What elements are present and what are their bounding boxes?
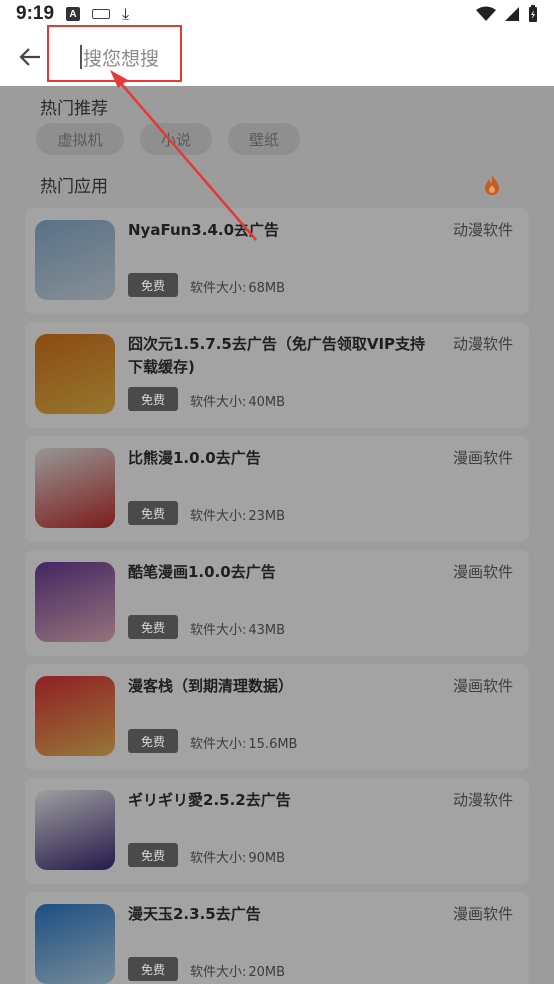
- app-category: 动漫软件: [452, 221, 513, 239]
- app-icon: [35, 448, 115, 528]
- app-size: 软件大小: 20MB: [190, 961, 285, 980]
- size-label: 软件大小:: [190, 851, 247, 866]
- app-size: 软件大小: 15.6MB: [190, 733, 297, 752]
- app-category: 动漫软件: [452, 791, 513, 809]
- size-label: 软件大小:: [190, 965, 247, 980]
- app-card[interactable]: 比熊漫1.0.0去广告 漫画软件免费 软件大小: 23MB: [25, 436, 529, 542]
- size-value: 90MB: [248, 851, 286, 866]
- app-size: 软件大小: 43MB: [190, 619, 285, 638]
- search-header: 搜您想搜: [0, 28, 554, 86]
- app-category: 漫画软件: [452, 563, 513, 581]
- app-size: 软件大小: 40MB: [190, 391, 285, 410]
- back-arrow-icon: [19, 48, 40, 66]
- fire-icon: [485, 175, 499, 195]
- free-badge: 免费: [128, 615, 178, 639]
- status-time: 9:19: [16, 3, 55, 24]
- app-icon: [35, 334, 115, 414]
- hot-apps-title: 热门应用: [40, 177, 108, 197]
- chip-vm[interactable]: 虚拟机: [36, 123, 124, 155]
- search-placeholder: 搜您想搜: [83, 47, 160, 70]
- app-card[interactable]: 漫天玉2.3.5去广告 漫画软件免费 软件大小: 20MB: [25, 892, 529, 984]
- a-notification-icon: A: [66, 7, 81, 21]
- size-label: 软件大小:: [190, 737, 247, 752]
- app-icon: [35, 676, 115, 756]
- app-name: ギリギリ愛2.5.2去广告: [128, 791, 291, 809]
- app-size: 软件大小: 23MB: [190, 505, 285, 524]
- hot-recommend-title: 热门推荐: [40, 99, 108, 119]
- app-size: 软件大小: 90MB: [190, 847, 285, 866]
- app-category: 漫画软件: [452, 449, 513, 467]
- wifi-icon: [476, 6, 496, 21]
- back-button[interactable]: [0, 28, 60, 86]
- size-label: 软件大小:: [190, 509, 247, 524]
- search-input[interactable]: 搜您想搜: [80, 40, 380, 74]
- status-bar: 9:19 A ⤓: [0, 0, 554, 28]
- app-category: 漫画软件: [452, 905, 513, 923]
- app-card[interactable]: ギリギリ愛2.5.2去广告 动漫软件免费 软件大小: 90MB: [25, 778, 529, 884]
- keyboard-icon: [92, 9, 111, 19]
- signal-icon: [505, 7, 519, 21]
- size-value: 40MB: [248, 395, 286, 410]
- app-size: 软件大小: 68MB: [190, 277, 285, 296]
- size-label: 软件大小:: [190, 623, 247, 638]
- size-label: 软件大小:: [190, 281, 247, 296]
- chip-novel[interactable]: 小说: [140, 123, 212, 155]
- app-card[interactable]: 酷笔漫画1.0.0去广告 漫画软件免费 软件大小: 43MB: [25, 550, 529, 656]
- app-icon: [35, 562, 115, 642]
- text-cursor: [80, 45, 82, 69]
- size-value: 43MB: [248, 623, 286, 638]
- free-badge: 免费: [128, 957, 178, 981]
- free-badge: 免费: [128, 387, 178, 411]
- size-value: 20MB: [248, 965, 286, 980]
- free-badge: 免费: [128, 843, 178, 867]
- battery-icon: [529, 5, 537, 22]
- app-name: 比熊漫1.0.0去广告: [128, 449, 261, 467]
- app-name: 漫客栈（到期清理数据）: [128, 677, 294, 695]
- app-name: 酷笔漫画1.0.0去广告: [128, 563, 276, 581]
- app-card[interactable]: 漫客栈（到期清理数据） 漫画软件免费 软件大小: 15.6MB: [25, 664, 529, 770]
- chip-wallpaper[interactable]: 壁纸: [228, 123, 300, 155]
- app-icon: [35, 790, 115, 870]
- free-badge: 免费: [128, 729, 178, 753]
- app-name: NyaFun3.4.0去广告: [128, 221, 280, 239]
- page-content: 热门推荐 虚拟机 小说 壁纸 热门应用 NyaFun3.4.0去广告 动漫软件 免费…: [0, 86, 554, 984]
- size-label: 软件大小:: [190, 395, 247, 410]
- download-icon: ⤓: [122, 4, 130, 23]
- app-icon: [35, 904, 115, 984]
- size-value: 68MB: [248, 281, 286, 296]
- app-category: 动漫软件: [452, 335, 513, 353]
- app-card[interactable]: NyaFun3.4.0去广告 动漫软件免费 软件大小: 68MB: [25, 208, 529, 314]
- app-name: 囧次元1.5.7.5去广告（免广告领取VIP支持下载缓存): [128, 335, 426, 376]
- free-badge: 免费: [128, 273, 178, 297]
- app-icon: [35, 220, 115, 300]
- free-badge: 免费: [128, 501, 178, 525]
- size-value: 23MB: [248, 509, 286, 524]
- size-value: 15.6MB: [248, 737, 298, 752]
- app-category: 漫画软件: [452, 677, 513, 695]
- app-name: 漫天玉2.3.5去广告: [128, 905, 261, 923]
- app-card[interactable]: 囧次元1.5.7.5去广告（免广告领取VIP支持下载缓存) 动漫软件免费 软件大小:…: [25, 322, 529, 428]
